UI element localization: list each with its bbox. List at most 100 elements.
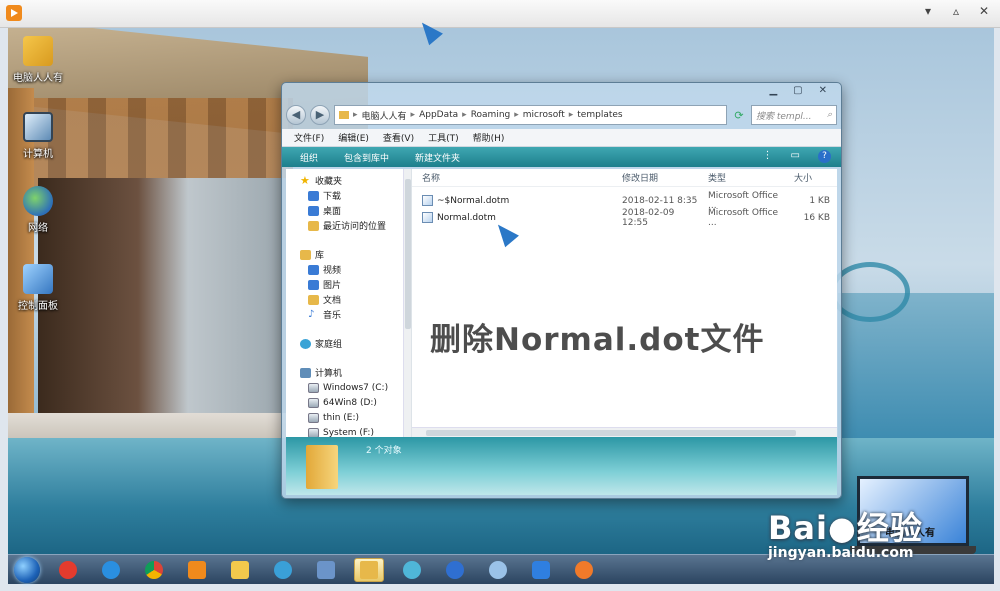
- taskbar-explorer[interactable]: [354, 557, 384, 582]
- desktop-icon-control-panel[interactable]: 控制面板: [12, 264, 64, 312]
- pictures-icon: [308, 279, 319, 290]
- taskbar-ie[interactable]: [96, 558, 126, 582]
- taskbar-app[interactable]: [53, 558, 83, 582]
- taskbar-app[interactable]: [225, 558, 255, 582]
- taskbar-app[interactable]: [440, 558, 470, 582]
- desktop-icon-label: 计算机: [23, 149, 53, 160]
- taskbar-app[interactable]: [569, 558, 599, 582]
- folder-icon: [339, 111, 349, 119]
- organize-button[interactable]: 组织: [300, 151, 318, 164]
- file-row[interactable]: ~$Normal.dotm 2018-02-11 8:35 Microsoft …: [412, 191, 837, 211]
- preview-pane-icon[interactable]: ▭: [791, 150, 800, 163]
- video-icon: [308, 264, 319, 275]
- search-placeholder: 搜索 templ...: [756, 111, 812, 122]
- wallpaper-ring: [830, 262, 910, 322]
- player-dropdown-icon[interactable]: ▾: [920, 4, 936, 18]
- breadcrumb-item[interactable]: Roaming: [471, 110, 511, 120]
- nav-drive-d[interactable]: 64Win8 (D:): [286, 395, 411, 410]
- explorer-window[interactable]: ▁ ▢ ✕ ◀ ▶ ▸ 电脑人人有 ▸ AppData ▸ Roaming ▸ …: [281, 82, 842, 499]
- player-maximize-icon[interactable]: ▵: [948, 4, 964, 18]
- nav-documents[interactable]: 文档: [286, 292, 411, 307]
- control-panel-icon: [23, 264, 53, 294]
- nav-computer[interactable]: 计算机: [286, 365, 411, 380]
- folder-icon: [306, 445, 338, 489]
- taskbar-chrome[interactable]: [139, 558, 169, 582]
- nav-favorites[interactable]: ★ 收藏夹: [286, 173, 411, 188]
- nav-drive-c[interactable]: Windows7 (C:): [286, 380, 411, 395]
- tutorial-caption: 删除Normal.dot文件: [430, 322, 765, 358]
- nav-library[interactable]: 库: [286, 247, 411, 262]
- maximize-icon[interactable]: ▢: [793, 85, 802, 96]
- baidu-watermark: Bai●经验: [768, 509, 923, 547]
- menu-edit[interactable]: 编辑(E): [338, 131, 369, 144]
- menu-help[interactable]: 帮助(H): [473, 131, 505, 144]
- breadcrumb-item[interactable]: microsoft: [523, 110, 565, 120]
- column-size[interactable]: 大小: [784, 171, 832, 184]
- refresh-icon[interactable]: ⟳: [731, 109, 747, 122]
- view-options-icon[interactable]: ⋮: [763, 150, 773, 163]
- taskbar-app[interactable]: [311, 558, 341, 582]
- user-folder-icon: [23, 36, 53, 66]
- minimize-icon[interactable]: ▁: [769, 85, 777, 96]
- file-list-scrollbar[interactable]: [412, 427, 837, 437]
- breadcrumb-item[interactable]: 电脑人人有: [362, 109, 407, 122]
- nav-pictures[interactable]: 图片: [286, 277, 411, 292]
- player-title-bar: ▾ ▵ ✕: [0, 0, 1000, 28]
- nav-homegroup[interactable]: 家庭组: [286, 336, 411, 351]
- nav-downloads[interactable]: 下载: [286, 188, 411, 203]
- navigation-pane: ★ 收藏夹 下载 桌面 最近访问的位置 库 视频 图片 文档 ♪ 音乐 家庭组 …: [286, 169, 412, 437]
- column-type[interactable]: 类型: [698, 171, 784, 184]
- help-icon[interactable]: ?: [818, 150, 831, 163]
- desktop-icon-computer[interactable]: 计算机: [12, 112, 64, 160]
- taskbar-app[interactable]: [268, 558, 298, 582]
- file-list: 名称 修改日期 类型 大小 ~$Normal.dotm 2018-02-11 8…: [412, 169, 837, 437]
- nav-desktop[interactable]: 桌面: [286, 203, 411, 218]
- new-folder-button[interactable]: 新建文件夹: [415, 151, 460, 164]
- close-icon[interactable]: ✕: [819, 85, 827, 96]
- explorer-title-bar[interactable]: ▁ ▢ ✕: [282, 83, 841, 101]
- menu-tools[interactable]: 工具(T): [428, 131, 459, 144]
- documents-icon: [308, 294, 319, 305]
- address-row: ◀ ▶ ▸ 电脑人人有 ▸ AppData ▸ Roaming ▸ micros…: [282, 101, 841, 129]
- watermark-url: jingyan.baidu.com: [768, 545, 914, 561]
- desktop-folder-icon: [308, 205, 319, 216]
- nav-scrollbar[interactable]: [403, 169, 411, 437]
- forward-button[interactable]: ▶: [310, 105, 330, 125]
- drive-icon: [308, 382, 319, 393]
- column-name[interactable]: 名称: [412, 171, 612, 184]
- nav-recent[interactable]: 最近访问的位置: [286, 218, 411, 233]
- scrollbar-thumb[interactable]: [405, 179, 411, 329]
- back-button[interactable]: ◀: [286, 105, 306, 125]
- search-box[interactable]: 搜索 templ... ⌕: [751, 105, 837, 125]
- paw-icon: ●: [827, 509, 857, 547]
- taskbar-player[interactable]: [182, 558, 212, 582]
- app-icon: [403, 560, 421, 579]
- desktop-icon-user[interactable]: 电脑人人有: [12, 36, 64, 84]
- player-window-controls: ▾ ▵ ✕: [920, 4, 992, 18]
- drive-icon: [308, 397, 319, 408]
- nav-drive-e[interactable]: thin (E:): [286, 410, 411, 425]
- start-button[interactable]: [14, 556, 40, 583]
- taskbar-app[interactable]: [526, 558, 556, 582]
- player-close-icon[interactable]: ✕: [976, 4, 992, 18]
- address-bar[interactable]: ▸ 电脑人人有 ▸ AppData ▸ Roaming ▸ microsoft …: [334, 105, 727, 125]
- taskbar-app[interactable]: [397, 558, 427, 582]
- nav-music[interactable]: ♪ 音乐: [286, 307, 411, 322]
- command-bar: 组织 包含到库中 新建文件夹 ⋮ ▭ ?: [282, 147, 841, 167]
- menu-view[interactable]: 查看(V): [383, 131, 414, 144]
- nav-videos[interactable]: 视频: [286, 262, 411, 277]
- scrollbar-thumb[interactable]: [426, 430, 796, 436]
- include-library-button[interactable]: 包含到库中: [344, 151, 389, 164]
- breadcrumb-item[interactable]: templates: [577, 110, 622, 120]
- drive-icon: [308, 412, 319, 423]
- menu-file[interactable]: 文件(F): [294, 131, 324, 144]
- homegroup-icon: [300, 338, 311, 349]
- player-icon: [188, 560, 206, 579]
- taskbar-app[interactable]: [483, 558, 513, 582]
- column-date[interactable]: 修改日期: [612, 171, 698, 184]
- app-icon: [231, 560, 249, 579]
- desktop-icon-network[interactable]: 网络: [12, 186, 64, 234]
- nav-drive-f[interactable]: System (F:): [286, 425, 411, 437]
- file-row[interactable]: Normal.dotm 2018-02-09 12:55 Microsoft O…: [412, 208, 837, 228]
- breadcrumb-item[interactable]: AppData: [419, 110, 458, 120]
